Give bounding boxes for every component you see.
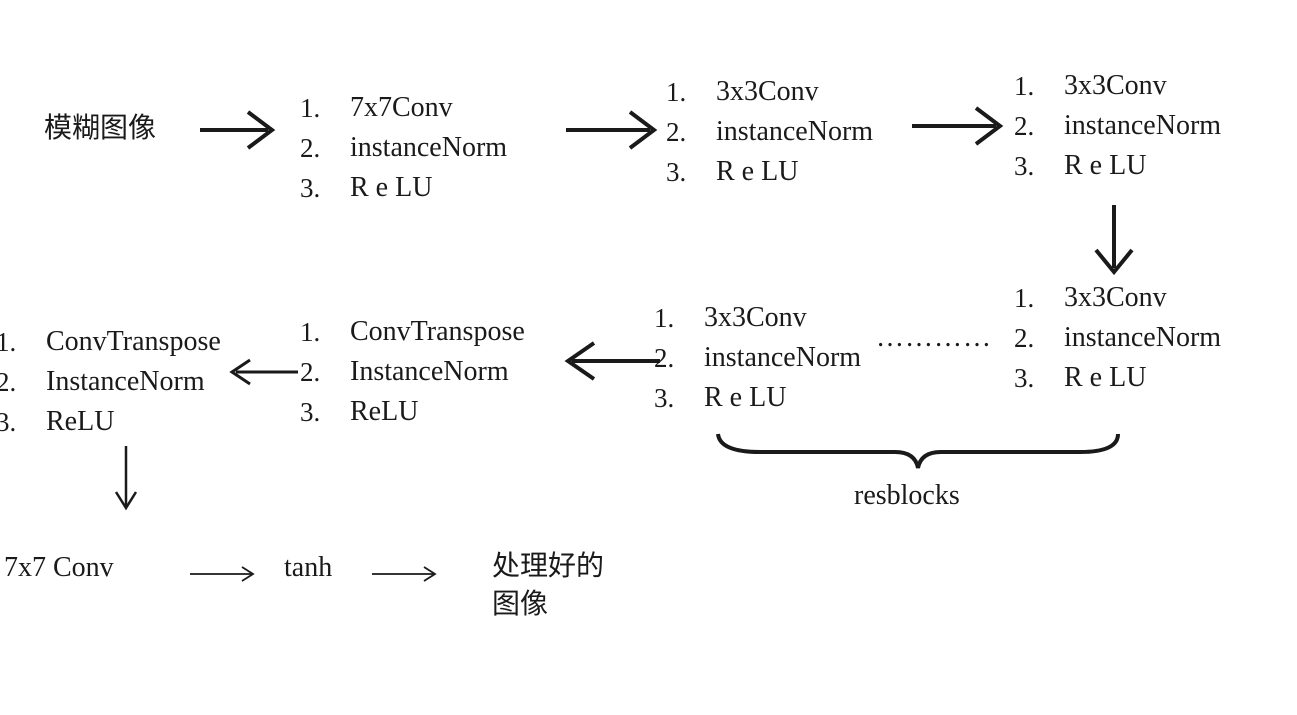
step-number: 1. — [300, 317, 321, 347]
layer-label: 7x7Conv — [350, 92, 453, 123]
layer-label: 3x3Conv — [1064, 282, 1167, 313]
block-conv-2: 1. 3x3Conv 2. instanceNorm 3. R e LU — [666, 72, 916, 192]
arrow-input-to-b1 — [200, 110, 276, 150]
input-image-label: 模糊图像 — [44, 111, 157, 144]
step-number: 1. — [300, 93, 321, 123]
block-convtranspose-2: 1. ConvTranspose 2. InstanceNorm 3. ReLU — [0, 322, 256, 442]
layer-label: ReLU — [350, 396, 419, 427]
arrow-b7-down-to-final — [114, 446, 138, 511]
layer-label: instanceNorm — [716, 116, 874, 147]
step-number: 3. — [300, 173, 321, 203]
layer-label: R e LU — [1064, 362, 1147, 393]
resblocks-brace — [716, 433, 1120, 469]
step-number: 2. — [1014, 111, 1035, 141]
tanh-label: tanh — [284, 552, 333, 583]
layer-label: ReLU — [46, 406, 115, 437]
step-number: 3. — [654, 383, 675, 413]
step-number: 1. — [654, 303, 675, 333]
step-number: 1. — [666, 77, 687, 107]
layer-label: InstanceNorm — [46, 366, 205, 397]
step-number: 1. — [0, 327, 17, 357]
final-conv-label: 7x7 Conv — [4, 552, 114, 583]
layer-label: 3x3Conv — [1064, 70, 1167, 101]
block-7x7conv: 1. 7x7Conv 2. instanceNorm 3. R e LU — [300, 88, 560, 208]
output-image-label-line1: 处理好的 — [492, 549, 605, 582]
arrow-conv-to-tanh — [190, 566, 255, 582]
layer-label: ConvTranspose — [46, 326, 221, 357]
arrow-tanh-to-output — [372, 566, 437, 582]
resblock-left: 1. 3x3Conv 2. instanceNorm 3. R e LU — [654, 298, 904, 418]
arrow-b1-to-b2 — [566, 110, 658, 150]
step-number: 3. — [1014, 363, 1035, 393]
arrow-b5-to-b6 — [564, 341, 660, 381]
layer-label: instanceNorm — [1064, 322, 1222, 353]
layer-label: 3x3Conv — [704, 302, 807, 333]
block-conv-3: 1. 3x3Conv 2. instanceNorm 3. R e LU — [1014, 66, 1274, 186]
step-number: 2. — [300, 133, 321, 163]
layer-label: R e LU — [704, 382, 787, 413]
step-number: 2. — [0, 367, 17, 397]
step-number: 1. — [1014, 283, 1035, 313]
step-number: 3. — [300, 397, 321, 427]
step-number: 2. — [1014, 323, 1035, 353]
layer-label: R e LU — [350, 172, 433, 203]
layer-label: instanceNorm — [704, 342, 862, 373]
layer-label: R e LU — [716, 156, 799, 187]
layer-label: ConvTranspose — [350, 316, 525, 347]
step-number: 1. — [1014, 71, 1035, 101]
block-convtranspose-1: 1. ConvTranspose 2. InstanceNorm 3. ReLU — [300, 312, 570, 432]
resblock-right: 1. 3x3Conv 2. instanceNorm 3. R e LU — [1014, 278, 1274, 398]
layer-label: InstanceNorm — [350, 356, 509, 387]
step-number: 3. — [0, 407, 17, 437]
step-number: 3. — [1014, 151, 1035, 181]
step-number: 2. — [300, 357, 321, 387]
layer-label: instanceNorm — [1064, 110, 1222, 141]
resblocks-label: resblocks — [854, 480, 960, 511]
layer-label: instanceNorm — [350, 132, 508, 163]
layer-label: R e LU — [1064, 150, 1147, 181]
step-number: 2. — [654, 343, 675, 373]
arrow-b3-down-to-b4 — [1094, 205, 1134, 276]
step-number: 3. — [666, 157, 687, 187]
layer-label: 3x3Conv — [716, 76, 819, 107]
arrow-b2-to-b3 — [912, 106, 1004, 146]
step-number: 2. — [666, 117, 687, 147]
output-image-label-line2: 图像 — [492, 587, 549, 620]
